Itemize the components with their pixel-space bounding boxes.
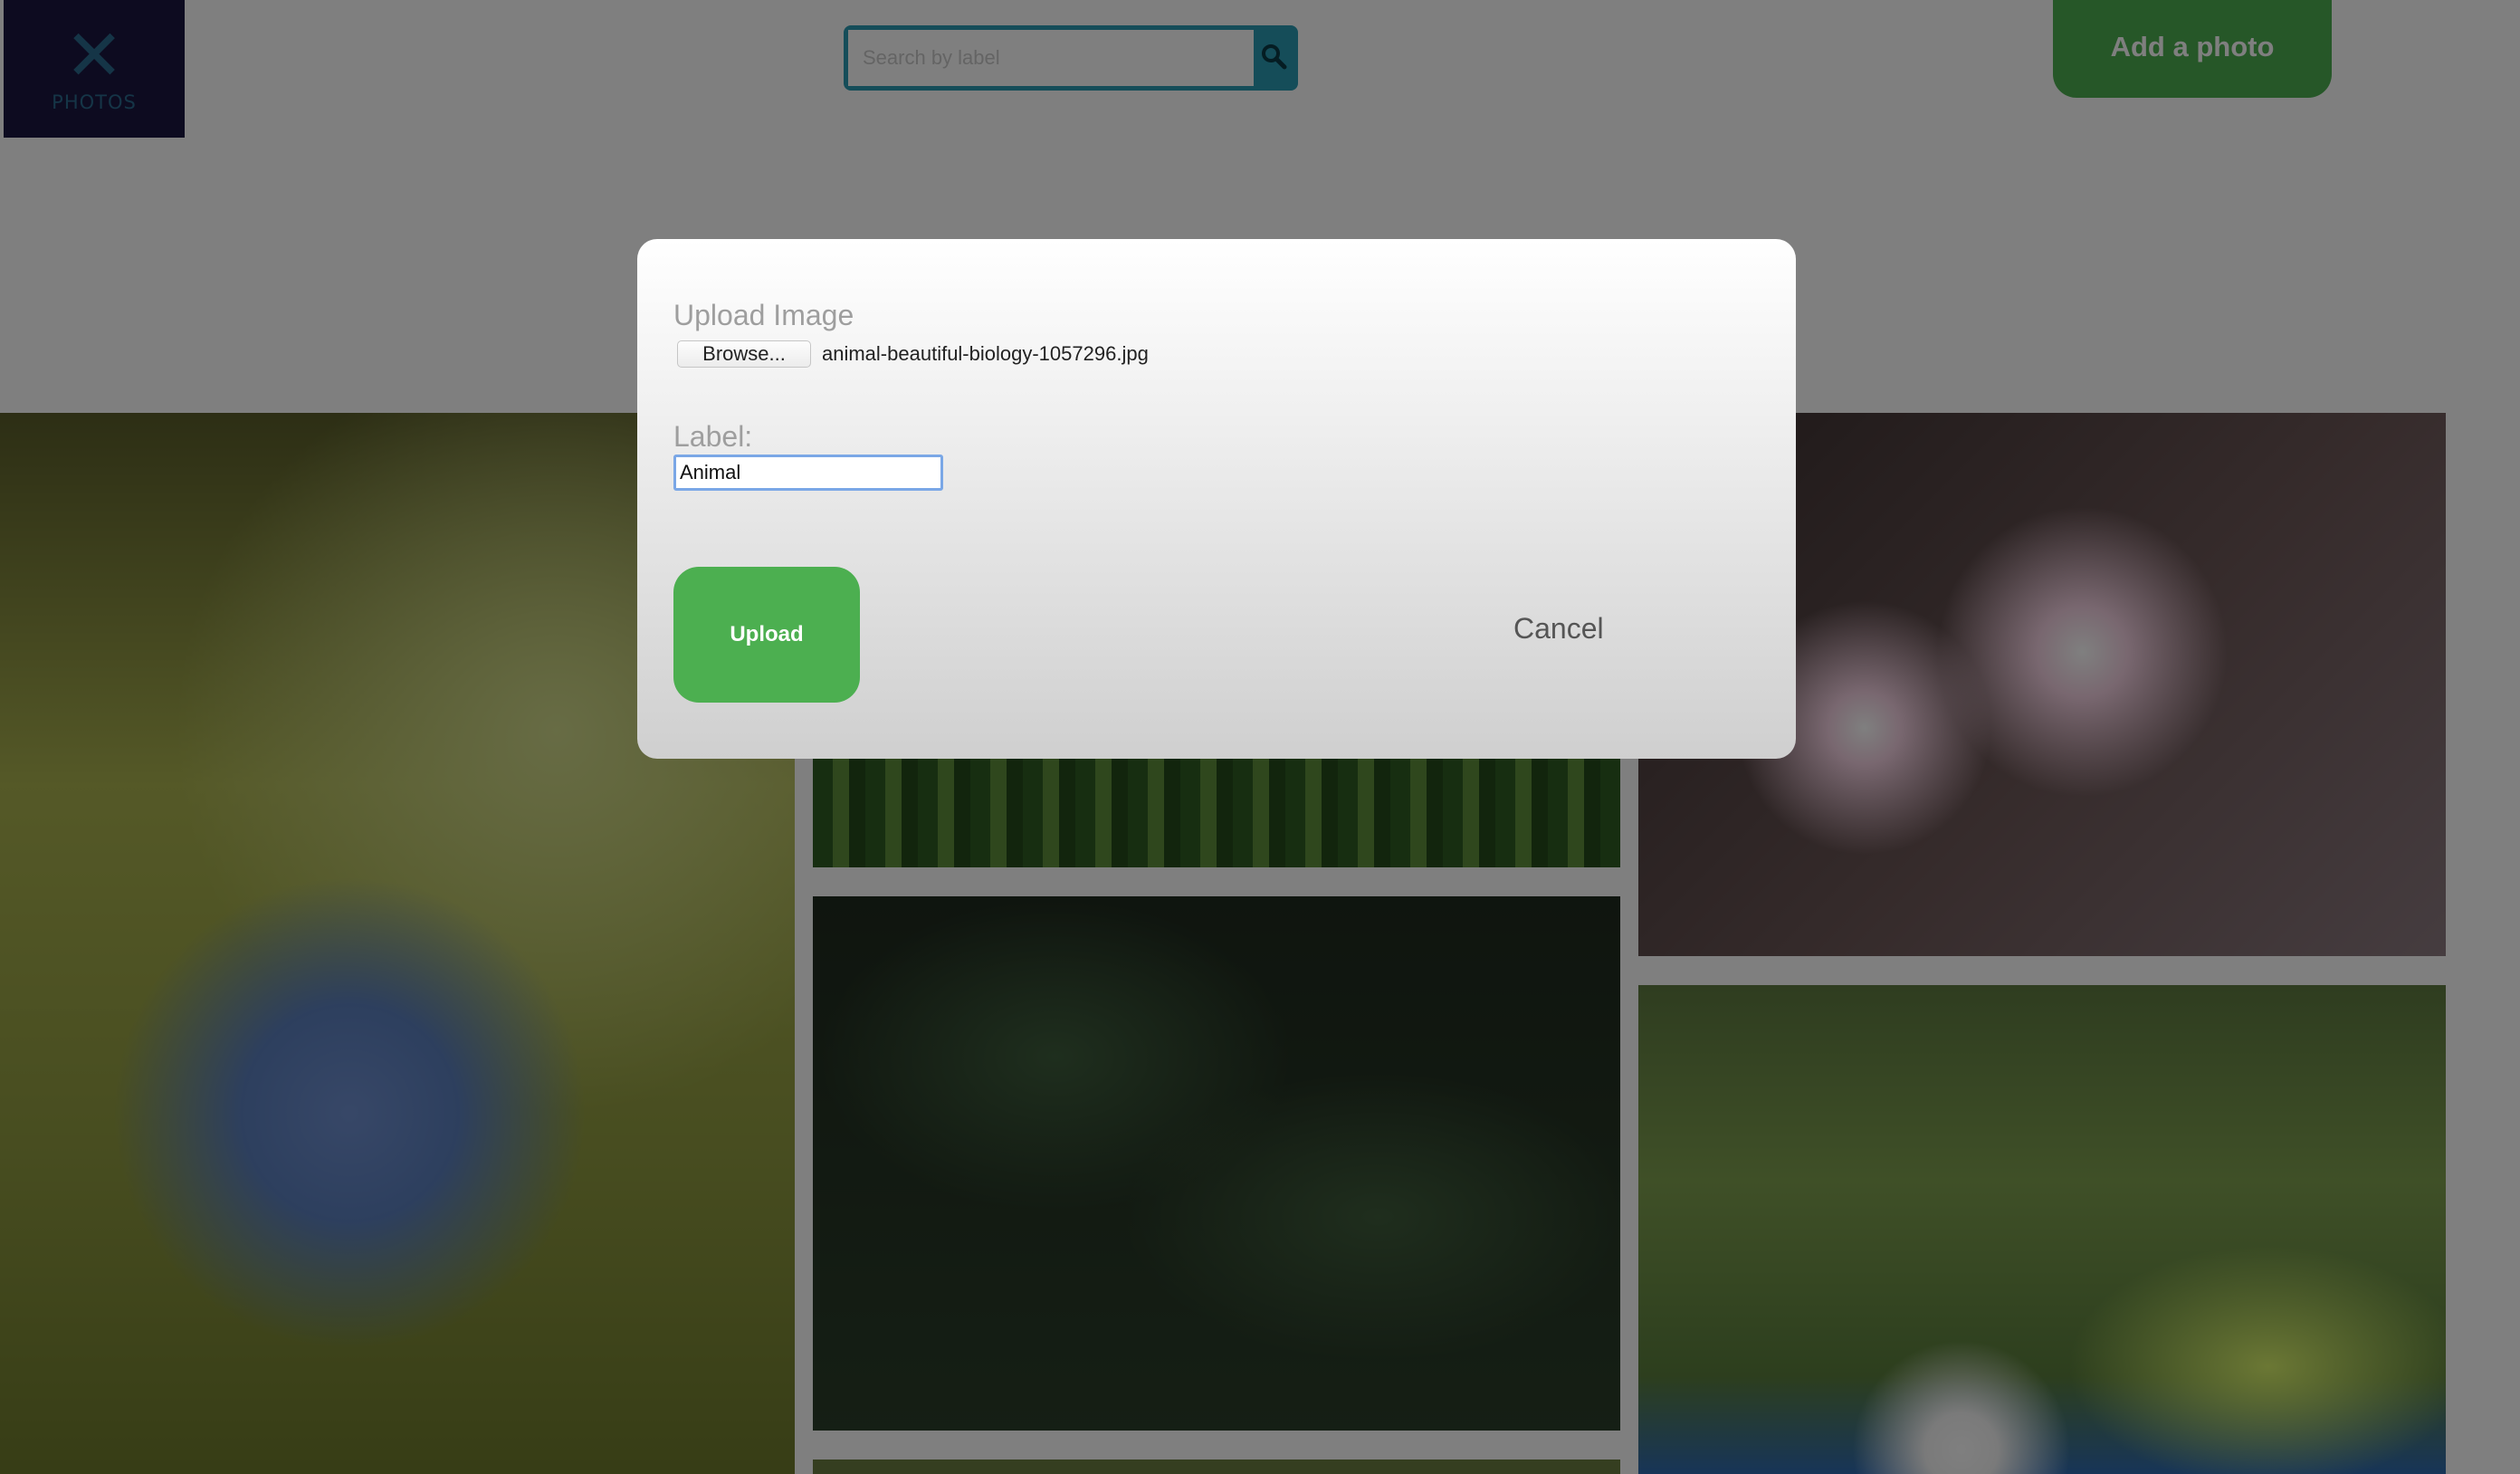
upload-button[interactable]: Upload (673, 567, 860, 703)
label-field-title: Label: (673, 420, 753, 453)
label-input[interactable] (673, 455, 943, 491)
selected-file-name: animal-beautiful-biology-1057296.jpg (822, 342, 1149, 365)
cancel-button[interactable]: Cancel (1513, 612, 1604, 646)
page: ✕ PHOTOS Add a photo Upload Image Browse… (0, 0, 2520, 1474)
browse-button[interactable]: Browse... (677, 340, 811, 368)
modal-title: Upload Image (673, 299, 854, 331)
upload-modal: Upload Image Browse... animal-beautiful-… (637, 239, 1796, 759)
